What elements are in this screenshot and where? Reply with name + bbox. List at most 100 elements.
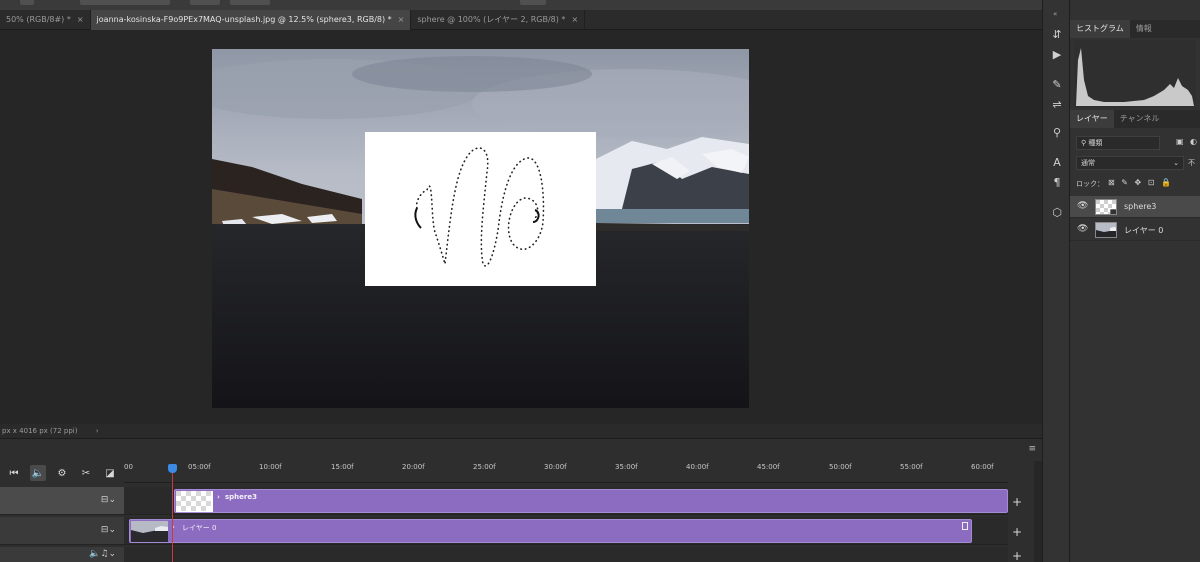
filter-adjustment-icon[interactable]: ◐ [1190,137,1197,146]
document-tabs: 50% (RGB/8#) * × joanna-kosinska-F9o9PEx7… [0,10,1042,30]
ruler-tick: 05:00f [188,463,211,471]
collapse-panels-icon[interactable]: « [1053,10,1057,18]
brush-icon[interactable]: ✎ [1050,78,1064,92]
actions-play-icon[interactable]: ▶ [1050,48,1064,62]
close-icon[interactable]: × [398,10,405,30]
dotted-spiral-path [414,147,545,267]
add-media-button[interactable]: + [1012,525,1022,539]
clip-chevron-icon[interactable]: › [217,493,220,501]
track-header-layer0[interactable]: ⊟⌄ [0,517,124,545]
options-dropdown[interactable] [80,0,170,5]
layer-filter-row: ⚲ 種類 ▣ ◐ [1074,136,1197,152]
timeline-ruler[interactable]: 00 05:00f 10:00f 15:00f 20:00f 25:00f 30… [124,461,1008,483]
track-header-sphere3[interactable]: ⊟⌄ [0,487,124,515]
track-header-audio[interactable]: 🔈♫⌄ [0,547,124,562]
tab-label: joanna-kosinska-F9o9PEx7MAQ-unsplash.jpg… [96,15,392,24]
tab-histogram[interactable]: ヒストグラム [1070,20,1130,38]
histogram-tabs: ヒストグラム 情報 [1070,20,1200,38]
blend-mode-select[interactable]: 通常 ⌄ [1076,156,1184,170]
sphere-layer-preview[interactable] [365,132,596,286]
ruler-tick: 40:00f [686,463,709,471]
ruler-tick: 45:00f [757,463,780,471]
film-strip-icon[interactable]: ⊟⌄ [101,495,116,505]
transition-button[interactable]: ◪ [102,465,118,481]
timeline-panel: ≡ ⏮ 🔈 ⚙ ✂ ◪ 00 05:00f 10:00f 15:00f 20:0… [0,438,1042,562]
chevron-down-icon: ⌄ [1173,159,1179,167]
tab-layers[interactable]: レイヤー [1070,110,1114,128]
mute-audio-button[interactable]: 🔈 [30,465,46,481]
layer-row-sphere3[interactable]: 👁 sphere3 [1070,196,1200,218]
layer-filter-select[interactable]: ⚲ 種類 [1076,136,1160,150]
tab-channels[interactable]: チャンネル [1114,110,1166,128]
track-sphere3[interactable]: › sphere3 [124,487,1008,515]
layer-name: sphere3 [1124,202,1157,211]
ruler-tick: 00 [124,463,133,471]
options-field[interactable] [230,0,270,5]
track-layer0[interactable]: › レイヤー 0 [124,517,1008,545]
playback-settings-button[interactable]: ⚙ [54,465,70,481]
audio-track-icon[interactable]: 🔈♫⌄ [89,549,116,559]
document-workspace[interactable] [0,30,1042,424]
right-panel: ヒストグラム 情報 レイヤー チャンネル ⚲ 種類 ▣ ◐ 通常 ⌄ 不 ロック… [1070,0,1200,562]
3d-icon[interactable]: ⬡ [1050,206,1064,220]
timeline-controls: ⏮ 🔈 ⚙ ✂ ◪ [0,461,124,485]
speaker-icon: 🔈 [31,467,45,479]
close-icon[interactable]: × [571,10,578,30]
tool-preset-button[interactable] [20,0,34,5]
clip-layer0[interactable]: › レイヤー 0 [129,519,972,543]
layer-thumbnail [1095,222,1117,238]
options-field[interactable] [520,0,546,5]
ruler-tick: 25:00f [473,463,496,471]
clip-thumbnail [176,491,213,512]
clip-name: sphere3 [225,493,257,501]
tab-info[interactable]: 情報 [1130,20,1158,38]
layer-filter-value: 種類 [1088,139,1103,147]
split-at-playhead-button[interactable]: ✂ [78,465,94,481]
lock-label: ロック： [1076,180,1104,188]
status-bar: px x 4016 px (72 ppi) › [0,424,1042,438]
ruler-tick: 15:00f [331,463,354,471]
gear-icon: ⚙ [57,467,67,479]
add-media-button[interactable]: + [1012,495,1022,509]
transition-icon: ◪ [105,467,115,479]
visibility-eye-icon[interactable]: 👁 [1077,224,1088,234]
tab-label: 50% (RGB/8#) * [6,15,71,24]
playhead-line [172,473,173,562]
lock-row: ロック： ⊠ ✎ ✥ ⊡ 🔒 [1074,177,1196,193]
close-icon[interactable]: × [77,10,84,30]
lock-options-icons[interactable]: ⊠ ✎ ✥ ⊡ 🔒 [1108,178,1173,187]
blend-mode-value: 通常 [1081,159,1095,167]
layer-name: レイヤー 0 [1124,226,1164,235]
panel-icons-strip: « ⇵ ▶ ✎ ⇌ ⚲ A ¶ ⬡ [1042,0,1070,562]
track-audio[interactable] [124,547,1008,562]
document-tab-1[interactable]: joanna-kosinska-F9o9PEx7MAQ-unsplash.jpg… [90,10,412,30]
histogram-shape [1076,48,1194,106]
document-tab-0[interactable]: 50% (RGB/8#) * × [0,10,91,30]
history-icon[interactable]: ⇵ [1050,28,1064,42]
ruler-tick: 35:00f [615,463,638,471]
scissors-icon: ✂ [81,467,91,479]
playhead-handle[interactable] [168,464,177,473]
clip-thumbnail [131,521,168,542]
ruler-tick: 55:00f [900,463,923,471]
character-icon[interactable]: A [1050,156,1064,170]
clip-sphere3[interactable]: › sphere3 [174,489,1008,513]
filter-pixel-icon[interactable]: ▣ [1176,137,1184,146]
timeline-scrollbar[interactable] [1034,461,1042,562]
add-audio-button[interactable]: + [1012,549,1022,562]
timeline-menu-icon[interactable]: ≡ [1028,444,1036,454]
ruler-tick: 10:00f [259,463,282,471]
adjustments-icon[interactable]: ⇌ [1050,98,1064,112]
options-bar [0,0,1042,10]
go-to-first-frame-button[interactable]: ⏮ [6,465,22,481]
options-field[interactable] [190,0,220,5]
first-frame-icon: ⏮ [9,467,19,479]
clip-end-handle[interactable] [962,522,968,530]
layer-row-layer0[interactable]: 👁 レイヤー 0 [1070,219,1200,241]
paragraph-icon[interactable]: ¶ [1050,176,1064,190]
document-tab-2[interactable]: sphere @ 100% (レイヤー 2, RGB/8) * × [411,10,586,30]
visibility-eye-icon[interactable]: 👁 [1077,201,1088,211]
film-strip-icon[interactable]: ⊟⌄ [101,525,116,535]
status-menu-arrow-icon[interactable]: › [96,427,99,435]
properties-icon[interactable]: ⚲ [1050,126,1064,140]
